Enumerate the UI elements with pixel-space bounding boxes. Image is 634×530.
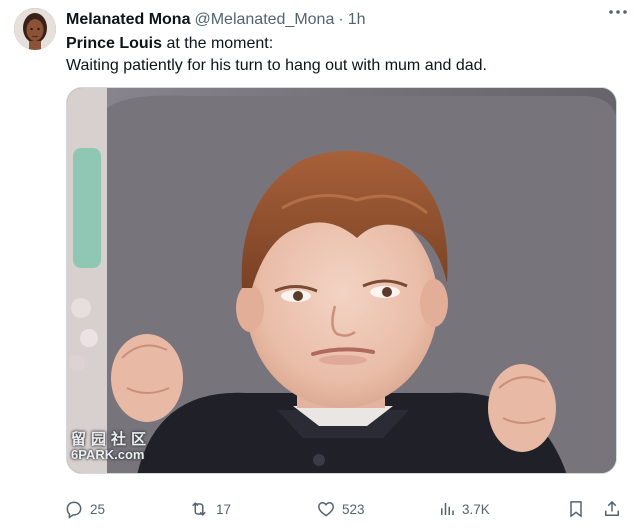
reply-count: 25 xyxy=(90,501,106,517)
tweet-text-line-2: Waiting patiently for his turn to hang o… xyxy=(66,57,487,74)
like-count: 523 xyxy=(342,501,365,517)
handle[interactable]: @Melanated_Mona xyxy=(194,11,334,29)
tweet-text-bold: Prince Louis xyxy=(66,35,163,52)
separator-dot: · xyxy=(338,11,344,28)
display-name[interactable]: Melanated Mona xyxy=(66,11,190,29)
repost-icon xyxy=(192,502,206,516)
share-button[interactable] xyxy=(602,494,628,524)
tweet-header: Melanated Mona @Melanated_Mona · 1h xyxy=(66,9,620,31)
share-icon xyxy=(605,500,619,516)
views-icon xyxy=(441,503,454,515)
avatar-image xyxy=(14,8,56,50)
action-bar: 25 17 523 3.7K xyxy=(64,494,624,524)
like-button[interactable]: 523 xyxy=(316,494,365,524)
reply-icon xyxy=(66,501,82,519)
tweet-media[interactable]: 留园社区 6PARK.com xyxy=(66,87,617,474)
media-photo xyxy=(67,88,616,473)
bookmark-icon xyxy=(570,501,582,518)
repost-count: 17 xyxy=(216,501,232,517)
heart-icon xyxy=(318,501,334,517)
tweet-text: Prince Louis at the moment: Waiting pati… xyxy=(66,33,620,77)
tweet-text-rest: at the moment: xyxy=(162,35,274,52)
watermark-en: 6PARK.com xyxy=(71,447,145,462)
repost-button[interactable]: 17 xyxy=(188,494,231,524)
reply-button[interactable]: 25 xyxy=(64,494,105,524)
timestamp[interactable]: 1h xyxy=(348,11,366,29)
watermark: 留园社区 6PARK.com xyxy=(71,428,161,462)
tweet-text-line-1: Prince Louis at the moment: xyxy=(66,33,620,55)
views-count: 3.7K xyxy=(462,501,490,517)
watermark-cn: 留园社区 xyxy=(71,430,152,448)
views-button[interactable]: 3.7K xyxy=(438,494,490,524)
bookmark-button[interactable] xyxy=(566,494,592,524)
avatar[interactable] xyxy=(14,8,56,50)
tweet: Melanated Mona @Melanated_Mona · 1h Prin… xyxy=(0,0,634,530)
more-icon[interactable] xyxy=(606,4,630,20)
